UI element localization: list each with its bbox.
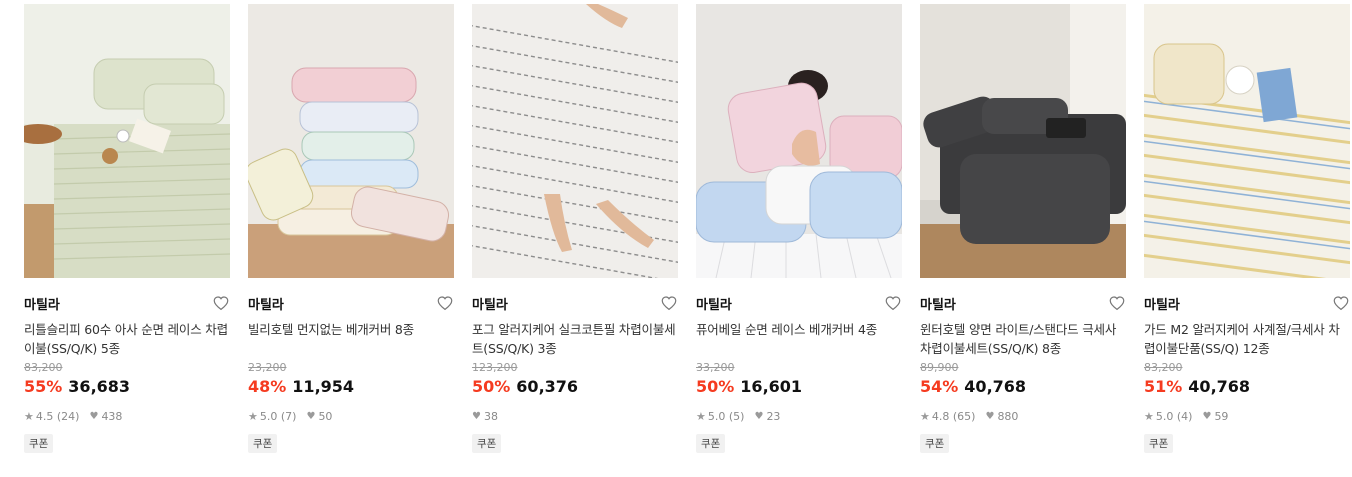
heart-filled-icon: ♥	[754, 410, 764, 422]
product-stats: ★ 4.8 (65) ♥ 880	[920, 408, 1126, 424]
sale-price: 60,376	[516, 377, 579, 396]
coupon-badge: 쿠폰	[24, 434, 54, 453]
like-count: 50	[318, 409, 333, 423]
like-count: 23	[766, 409, 781, 423]
heart-icon[interactable]	[884, 294, 902, 312]
product-stats: ♥ 38	[472, 408, 678, 424]
product-title[interactable]: 빌리호텔 먼지없는 베개커버 8종	[248, 320, 454, 358]
coupon-badge: 쿠폰	[1144, 434, 1174, 453]
coupon-badge: 쿠폰	[696, 434, 726, 453]
heart-filled-icon: ♥	[985, 410, 995, 422]
product-stats: ★ 5.0 (4) ♥ 59	[1144, 408, 1350, 424]
heart-filled-icon: ♥	[89, 410, 99, 422]
heart-filled-icon: ♥	[1202, 410, 1212, 422]
product-title[interactable]: 포그 알러지케어 실크코튼필 차렵이불세트(SS/Q/K) 3종	[472, 320, 678, 358]
like-count: 38	[483, 409, 498, 423]
star-icon: ★	[1144, 409, 1154, 423]
product-card[interactable]: 마틸라 리틀슬리피 60수 아사 순면 레이스 차렵이불(SS/Q/K) 5종 …	[24, 4, 230, 453]
product-image[interactable]	[472, 4, 678, 278]
product-image[interactable]	[696, 4, 902, 278]
discount-rate: 51%	[1144, 377, 1183, 396]
brand-name[interactable]: 마틸라	[248, 298, 284, 313]
discount-rate: 54%	[920, 377, 959, 396]
product-card[interactable]: 마틸라 빌리호텔 먼지없는 베개커버 8종 23,200 48% 11,954 ★…	[248, 4, 454, 453]
product-image[interactable]	[920, 4, 1126, 278]
heart-icon[interactable]	[436, 294, 454, 312]
discount-rate: 50%	[696, 377, 735, 396]
discount-rate: 48%	[248, 377, 287, 396]
rating-value: 4.5	[35, 409, 54, 423]
sale-price: 40,768	[1188, 377, 1251, 396]
rating-value: 5.0	[707, 409, 726, 423]
review-count: (24)	[56, 409, 80, 423]
product-card[interactable]: 마틸라 윈터호텔 양면 라이트/스탠다드 극세사 차렵이불세트(SS/Q/K) …	[920, 4, 1126, 453]
original-price: 23,200	[248, 361, 287, 374]
original-price: 83,200	[1144, 361, 1183, 374]
star-icon: ★	[920, 409, 930, 423]
product-title[interactable]: 퓨어베일 순면 레이스 베개커버 4종	[696, 320, 902, 358]
original-price: 83,200	[24, 361, 63, 374]
original-price: 89,900	[920, 361, 959, 374]
product-stats: ★ 5.0 (5) ♥ 23	[696, 408, 902, 424]
rating-value: 4.8	[931, 409, 950, 423]
product-stats: ★ 5.0 (7) ♥ 50	[248, 408, 454, 424]
coupon-badge: 쿠폰	[248, 434, 278, 453]
rating-value: 5.0	[1155, 409, 1174, 423]
coupon-badge: 쿠폰	[920, 434, 950, 453]
original-price: 33,200	[696, 361, 735, 374]
brand-name[interactable]: 마틸라	[696, 298, 732, 313]
brand-name[interactable]: 마틸라	[24, 298, 60, 313]
rating-value: 5.0	[259, 409, 278, 423]
discount-rate: 55%	[24, 377, 63, 396]
brand-name[interactable]: 마틸라	[920, 298, 956, 313]
product-grid: 마틸라 리틀슬리피 60수 아사 순면 레이스 차렵이불(SS/Q/K) 5종 …	[0, 0, 1352, 477]
star-icon: ★	[696, 409, 706, 423]
heart-icon[interactable]	[660, 294, 678, 312]
brand-name[interactable]: 마틸라	[472, 298, 508, 313]
heart-icon[interactable]	[1332, 294, 1350, 312]
sale-price: 11,954	[292, 377, 355, 396]
sale-price: 16,601	[740, 377, 803, 396]
sale-price: 36,683	[68, 377, 131, 396]
brand-name[interactable]: 마틸라	[1144, 298, 1180, 313]
product-title[interactable]: 리틀슬리피 60수 아사 순면 레이스 차렵이불(SS/Q/K) 5종	[24, 320, 230, 358]
review-count: (7)	[280, 409, 297, 423]
coupon-badge: 쿠폰	[472, 434, 502, 453]
like-count: 59	[1214, 409, 1229, 423]
heart-icon[interactable]	[212, 294, 230, 312]
product-image[interactable]	[248, 4, 454, 278]
product-image[interactable]	[24, 4, 230, 278]
product-stats: ★ 4.5 (24) ♥ 438	[24, 408, 230, 424]
review-count: (65)	[952, 409, 976, 423]
like-count: 438	[101, 409, 123, 423]
review-count: (4)	[1176, 409, 1193, 423]
sale-price: 40,768	[964, 377, 1027, 396]
like-count: 880	[997, 409, 1019, 423]
product-card[interactable]: 마틸라 퓨어베일 순면 레이스 베개커버 4종 33,200 50% 16,601…	[696, 4, 902, 453]
star-icon: ★	[248, 409, 258, 423]
product-image[interactable]	[1144, 4, 1350, 278]
product-card[interactable]: 마틸라 가드 M2 알러지케어 사계절/극세사 차렵이불단품(SS/Q) 12종…	[1144, 4, 1350, 453]
product-title[interactable]: 윈터호텔 양면 라이트/스탠다드 극세사 차렵이불세트(SS/Q/K) 8종	[920, 320, 1126, 358]
product-card[interactable]: 마틸라 포그 알러지케어 실크코튼필 차렵이불세트(SS/Q/K) 3종 123…	[472, 4, 678, 453]
star-icon: ★	[24, 409, 34, 423]
discount-rate: 50%	[472, 377, 511, 396]
review-count: (5)	[728, 409, 745, 423]
heart-icon[interactable]	[1108, 294, 1126, 312]
product-title[interactable]: 가드 M2 알러지케어 사계절/극세사 차렵이불단품(SS/Q) 12종	[1144, 320, 1350, 358]
heart-filled-icon: ♥	[306, 410, 316, 422]
original-price: 123,200	[472, 361, 518, 374]
heart-filled-icon: ♥	[472, 410, 481, 422]
